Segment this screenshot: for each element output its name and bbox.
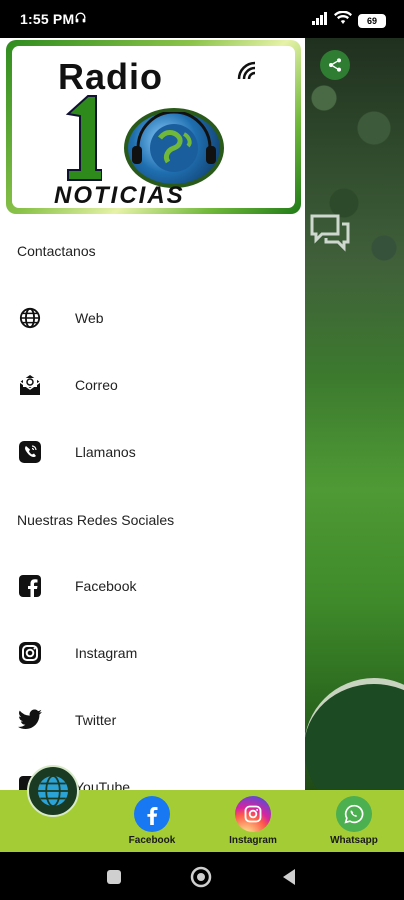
logo-digit-one [62,92,103,182]
bottom-label-instagram: Instagram [229,835,277,846]
menu-label-twitter: Twitter [75,712,117,728]
antenna-waves-icon [236,60,258,87]
menu-item-llamanos[interactable]: Llamanos [0,430,305,474]
navigation-drawer: Radio 10 NOTICIAS Contactanos Web Correo [0,38,305,798]
instagram-circle-icon [235,796,271,832]
bottom-label-facebook: Facebook [128,835,176,846]
status-time: 1:55 PM [20,11,75,27]
bottom-whatsapp-button[interactable]: Whatsapp [319,796,389,846]
recents-button[interactable] [103,866,125,888]
facebook-circle-icon [134,796,170,832]
contact-section-title: Contactanos [17,243,96,259]
bottom-facebook-button[interactable]: Facebook [117,796,187,846]
social-section-title: Nuestras Redes Sociales [17,512,175,528]
radio-logo: Radio 10 NOTICIAS [6,40,301,214]
share-icon[interactable] [320,50,350,80]
menu-item-twitter[interactable]: Twitter [0,698,305,742]
instagram-icon [17,640,43,666]
chat-icon[interactable] [308,210,352,254]
logo-inner: Radio 10 NOTICIAS [12,46,295,208]
facebook-icon [17,573,43,599]
background-image [304,38,404,790]
status-bar: 1:55 PM 69 [0,0,404,38]
bottom-label-whatsapp: Whatsapp [330,835,378,846]
forest-area [304,38,404,338]
menu-item-correo[interactable]: Correo [0,363,305,407]
twitter-icon [17,707,43,733]
menu-label-instagram: Instagram [75,645,138,661]
signal-icon [312,11,328,30]
menu-label-web: Web [75,310,104,326]
mail-icon [17,372,43,398]
system-nav-bar [0,852,404,900]
menu-label-llamanos: Llamanos [75,444,136,460]
logo-text-noticias: NOTICIAS [54,182,185,208]
headphones-icon [74,11,87,29]
home-button[interactable] [190,866,212,888]
menu-item-web[interactable]: Web [0,296,305,340]
menu-item-facebook[interactable]: Facebook [0,564,305,608]
menu-item-instagram[interactable]: Instagram [0,631,305,675]
phone-icon [17,439,43,465]
globe-icon [17,305,43,331]
globe-logo-icon [124,108,224,188]
landscape-curve [304,678,404,790]
wifi-icon [334,10,352,30]
bottom-instagram-button[interactable]: Instagram [218,796,288,846]
whatsapp-circle-icon [336,796,372,832]
battery-indicator: 69 [358,13,386,28]
back-button[interactable] [278,866,300,888]
menu-label-correo: Correo [75,377,118,393]
menu-label-facebook: Facebook [75,578,137,594]
globe-fab-button[interactable] [27,765,79,817]
